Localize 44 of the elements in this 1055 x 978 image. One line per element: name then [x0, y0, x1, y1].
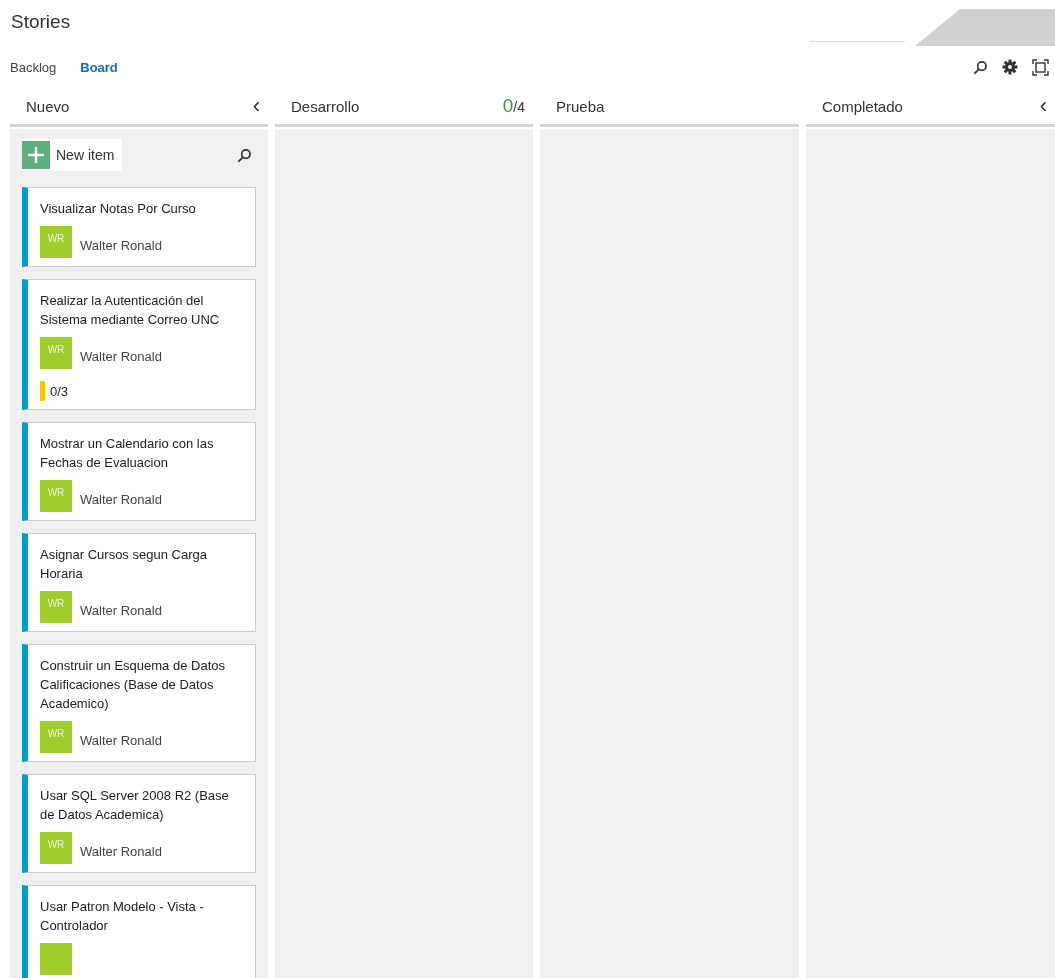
new-item-button[interactable]: New item [22, 139, 123, 171]
plus-icon [22, 141, 50, 169]
avatar: WR [40, 480, 72, 512]
card-title: Mostrar un Calendario con las Fechas de Evaluacion [40, 435, 215, 472]
collapse-button[interactable]: ‹ [252, 95, 260, 117]
search-icon[interactable] [237, 147, 252, 163]
card-title: Visualizar Notas Por Curso [40, 200, 197, 218]
owner-name: Walter Ronald [80, 601, 162, 618]
collapse-button[interactable]: ‹ [1039, 95, 1047, 117]
avatar: WR [40, 337, 72, 369]
card-title: Realizar la Autenticación del Sistema mediante Correo UNC [40, 292, 221, 329]
story-card[interactable]: Asignar Cursos segun Carga Horaria WR Walter Ronald [22, 533, 256, 632]
page-title: Stories [10, 10, 71, 34]
wip-count: 0/4 [502, 95, 525, 117]
story-card[interactable]: Construir un Esquema de Datos Calificaciones (Base de Datos Academico) WR Walter Ronald [22, 644, 256, 762]
owner-name: Walter Ronald [80, 731, 162, 748]
story-card[interactable]: Usar SQL Server 2008 R2 (Base de Datos Academica) WR Walter Ronald [22, 774, 256, 873]
search-icon[interactable] [973, 59, 988, 75]
card-title: Asignar Cursos segun Carga Horaria [40, 546, 208, 583]
fullscreen-icon[interactable] [1032, 58, 1049, 76]
story-card[interactable]: Usar Patron Modelo - Vista - Controlador [22, 885, 256, 978]
card-title: Usar Patron Modelo - Vista - Controlador [40, 898, 205, 935]
owner-name: Walter Ronald [80, 347, 162, 364]
task-count: 0/3 [50, 383, 69, 399]
card-title: Usar SQL Server 2008 R2 (Base de Datos Academica) [40, 787, 230, 824]
column-title: Prueba [556, 97, 605, 115]
view-tab[interactable]: Board [80, 59, 118, 75]
avatar: WR [40, 721, 72, 753]
owner-name: Walter Ronald [80, 490, 162, 507]
owner-name: Walter Ronald [80, 236, 162, 253]
settings-icon[interactable] [1002, 59, 1018, 75]
view-tab[interactable]: Backlog [10, 59, 57, 75]
avatar: WR [40, 591, 72, 623]
story-card[interactable]: Realizar la Autenticación del Sistema mediante Correo UNC WR Walter Ronald 0/3 [22, 279, 256, 410]
avatar: WR [40, 226, 72, 258]
avatar: WR [40, 832, 72, 864]
owner-name: Walter Ronald [80, 842, 162, 859]
task-bar [40, 381, 45, 401]
story-card[interactable]: Visualizar Notas Por Curso WR Walter Ronald [22, 187, 256, 267]
story-card[interactable]: Mostrar un Calendario con las Fechas de Evaluacion WR Walter Ronald [22, 422, 256, 521]
column-title: Desarrollo [291, 97, 360, 115]
column-title: Completado [822, 97, 903, 115]
card-title: Construir un Esquema de Datos Calificaciones (Base de Datos Academico) [40, 657, 226, 713]
column-title: Nuevo [26, 97, 70, 115]
